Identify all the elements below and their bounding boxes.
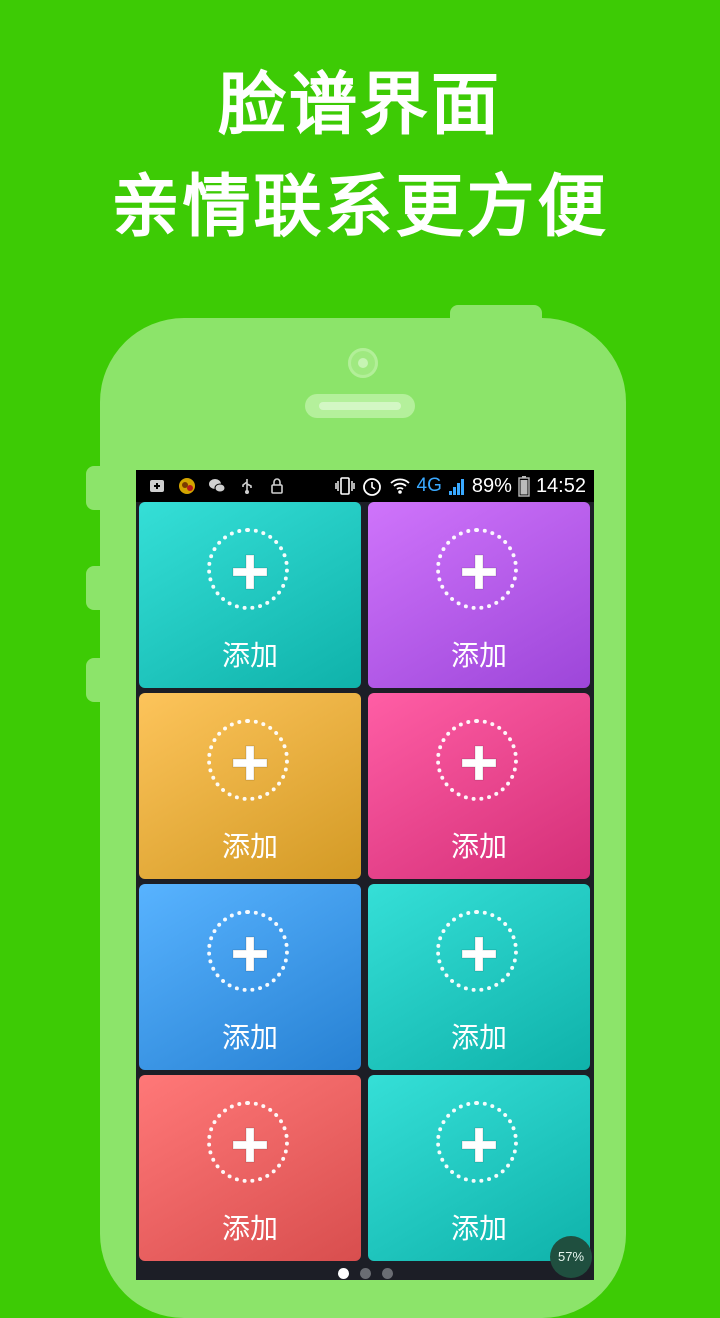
plus-icon [461,936,497,972]
page-indicator [136,1268,594,1280]
phone-speaker [305,394,415,418]
add-contact-tile[interactable]: 添加 [139,693,361,879]
add-contact-tile[interactable]: 添加 [368,502,590,688]
plus-icon [232,936,268,972]
add-contact-tile[interactable]: 添加 [139,502,361,688]
add-contact-tile[interactable]: 添加 [139,1075,361,1261]
page-dot[interactable] [381,1268,393,1279]
lock-icon [271,478,283,494]
plus-icon [461,745,497,781]
usb-icon [242,479,252,494]
signal-icon [448,479,464,495]
add-tile-label: 添加 [221,1212,278,1245]
add-contact-tile[interactable]: 添加 [139,884,361,1070]
plus-icon [232,554,268,590]
page-dot[interactable] [359,1268,371,1279]
wifi-icon [389,478,410,494]
phone-camera [348,348,378,378]
add-tile-label: 添加 [450,639,507,672]
add-contact-tile[interactable]: 添加 [368,884,590,1070]
status-bar: 4G 89% 14:52 [136,470,594,502]
status-bar-left-icons [148,476,286,496]
wechat-icon [209,479,226,493]
add-tile-label: 添加 [450,1212,507,1245]
status-bar-right: 4G 89% 14:52 [334,470,586,502]
battery-percent: 89% [471,474,512,497]
add-tile-label: 添加 [221,639,278,672]
plus-icon [232,745,268,781]
add-contact-tile[interactable]: 添加 [368,1075,590,1261]
plus-icon [461,1127,497,1163]
vibrate-icon [334,477,355,495]
add-tile-label: 添加 [450,830,507,863]
add-contact-tile[interactable]: 添加 [368,693,590,879]
alarm-icon [362,478,381,496]
plus-icon [461,554,497,590]
phone-screen: 4G 89% 14:52 添加 添加 添加 添加 添加 添加 添加 添加 57% [136,470,594,1280]
plus-icon [232,1127,268,1163]
network-type: 4G [416,475,442,496]
promo-headline-line2: 亲情联系更方便 [111,168,609,247]
status-time: 14:52 [535,474,586,497]
add-tile-label: 添加 [221,830,278,863]
promo-headline-line1: 脸谱界面 [217,66,502,145]
progress-badge[interactable]: 57% [550,1236,592,1278]
add-tile-label: 添加 [450,1021,507,1054]
app-icon [179,478,195,494]
plus-square-icon [150,480,164,492]
page-dot[interactable] [337,1268,349,1279]
add-tile-label: 添加 [221,1021,278,1054]
battery-icon [518,476,530,497]
